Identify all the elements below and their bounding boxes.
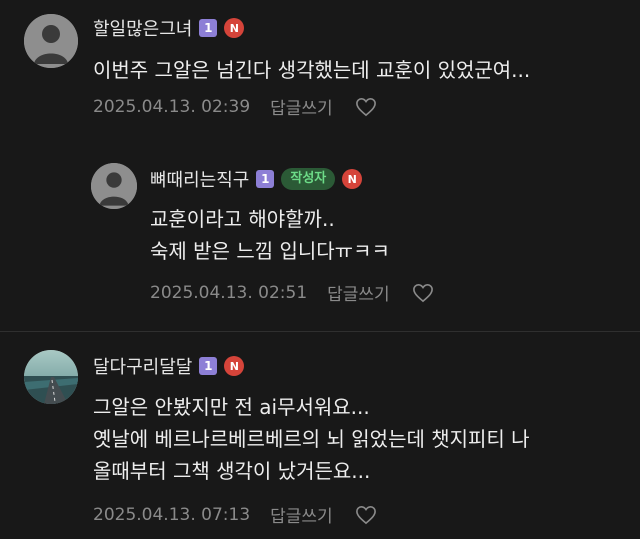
comment-date: 2025.04.13. 07:13	[93, 504, 251, 525]
comment-line: 옛날에 베르나르베르베르의 뇌 읽었는데 챗지피티 나	[93, 427, 530, 451]
comment-date: 2025.04.13. 02:51	[150, 282, 308, 303]
comment-line: 그알은 안봤지만 전 ai무서워요...	[93, 395, 370, 419]
new-badge: N	[224, 18, 245, 38]
reply-button[interactable]: 답글쓰기	[327, 280, 390, 305]
new-badge: N	[224, 356, 245, 376]
comment-text: 그알은 안봤지만 전 ai무서워요... 옛날에 베르나르베르베르의 뇌 읽었는…	[93, 391, 530, 487]
comment-header: 할일많은그녀 1 N	[93, 15, 245, 41]
reply-button[interactable]: 답글쓰기	[270, 94, 333, 119]
level-badge: 1	[256, 170, 275, 188]
comment-item: 달다구리달달 1 N 그알은 안봤지만 전 ai무서워요... 옛날에 베르나르…	[0, 340, 640, 539]
reply-button[interactable]: 답글쓰기	[270, 502, 333, 527]
comment-text: 이번주 그알은 넘긴다 생각했는데 교훈이 있었군여...	[93, 54, 530, 86]
comment-line: 올때부터 그책 생각이 났거든요...	[93, 459, 371, 483]
avatar[interactable]	[24, 350, 78, 404]
comment-header: 뼈때리는직구 1 작성자 N	[150, 166, 363, 192]
heart-icon[interactable]	[412, 283, 434, 303]
nickname[interactable]: 달다구리달달	[93, 353, 192, 379]
comment-line: 이번주 그알은 넘긴다 생각했는데 교훈이 있었군여...	[93, 58, 531, 82]
comment-meta: 2025.04.13. 02:51 답글쓰기	[150, 280, 434, 305]
heart-icon[interactable]	[355, 505, 377, 525]
reply-comment-item: 뼈때리는직구 1 작성자 N 교훈이라고 해야할까.. 숙제 받은 느낌 입니다…	[0, 150, 640, 320]
new-badge: N	[342, 169, 363, 189]
person-silhouette-icon	[91, 163, 137, 209]
avatar[interactable]	[24, 14, 78, 68]
level-badge: 1	[199, 19, 218, 37]
comment-line: 교훈이라고 해야할까..	[150, 207, 335, 231]
comment-text: 교훈이라고 해야할까.. 숙제 받은 느낌 입니다ㅠㅋㅋ	[150, 203, 390, 267]
comment-meta: 2025.04.13. 02:39 답글쓰기	[93, 94, 377, 119]
road-landscape-icon	[24, 350, 78, 404]
heart-icon[interactable]	[355, 97, 377, 117]
nickname[interactable]: 뼈때리는직구	[150, 166, 249, 192]
divider	[0, 331, 640, 332]
comment-header: 달다구리달달 1 N	[93, 353, 245, 379]
comment-meta: 2025.04.13. 07:13 답글쓰기	[93, 502, 377, 527]
comment-item: 할일많은그녀 1 N 이번주 그알은 넘긴다 생각했는데 교훈이 있었군여...…	[0, 0, 640, 135]
person-silhouette-icon	[24, 14, 78, 68]
level-badge: 1	[199, 357, 218, 375]
author-badge: 작성자	[281, 168, 336, 190]
nickname[interactable]: 할일많은그녀	[93, 15, 192, 41]
comment-line: 숙제 받은 느낌 입니다ㅠㅋㅋ	[150, 239, 390, 263]
avatar[interactable]	[91, 163, 137, 209]
comment-date: 2025.04.13. 02:39	[93, 96, 251, 117]
